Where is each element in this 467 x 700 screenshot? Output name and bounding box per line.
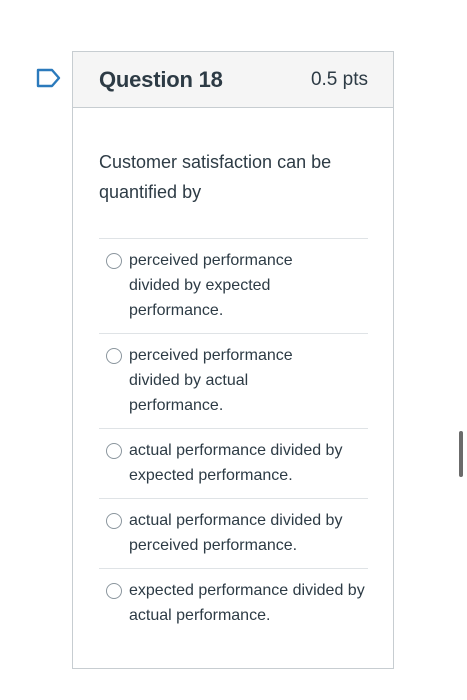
flag-question-icon[interactable] bbox=[36, 68, 62, 88]
answer-option[interactable]: actual performance divided by perceived … bbox=[99, 498, 368, 568]
answer-option[interactable]: expected performance divided by actual p… bbox=[99, 568, 368, 638]
question-header: Question 18 0.5 pts bbox=[73, 52, 393, 108]
radio-button-icon[interactable] bbox=[106, 348, 122, 364]
radio-button-icon[interactable] bbox=[106, 443, 122, 459]
answer-option[interactable]: actual performance divided by expected p… bbox=[99, 428, 368, 498]
answer-list: perceived performance divided by expecte… bbox=[99, 238, 368, 638]
quiz-page: Question 18 0.5 pts Customer satisfactio… bbox=[0, 0, 467, 700]
radio-button-icon[interactable] bbox=[106, 583, 122, 599]
answer-option[interactable]: perceived performance divided by expecte… bbox=[99, 238, 368, 333]
answer-label: actual performance divided by perceived … bbox=[129, 512, 343, 554]
answer-label: expected performance divided by actual p… bbox=[129, 582, 365, 624]
answer-label: perceived performance divided by expecte… bbox=[129, 252, 293, 319]
answer-option[interactable]: perceived performance divided by actual … bbox=[99, 333, 368, 428]
question-title: Question 18 bbox=[99, 66, 223, 92]
answer-label: perceived performance divided by actual … bbox=[129, 347, 293, 414]
radio-button-icon[interactable] bbox=[106, 513, 122, 529]
question-points: 0.5 pts bbox=[310, 68, 368, 90]
question-card: Question 18 0.5 pts Customer satisfactio… bbox=[72, 51, 394, 669]
question-text: Customer satisfaction can be quantified … bbox=[99, 152, 332, 202]
question-body: Customer satisfaction can be quantified … bbox=[73, 147, 393, 638]
radio-button-icon[interactable] bbox=[106, 253, 122, 269]
scrollbar-thumb[interactable] bbox=[459, 431, 463, 477]
answer-label: actual performance divided by expected p… bbox=[129, 442, 343, 484]
